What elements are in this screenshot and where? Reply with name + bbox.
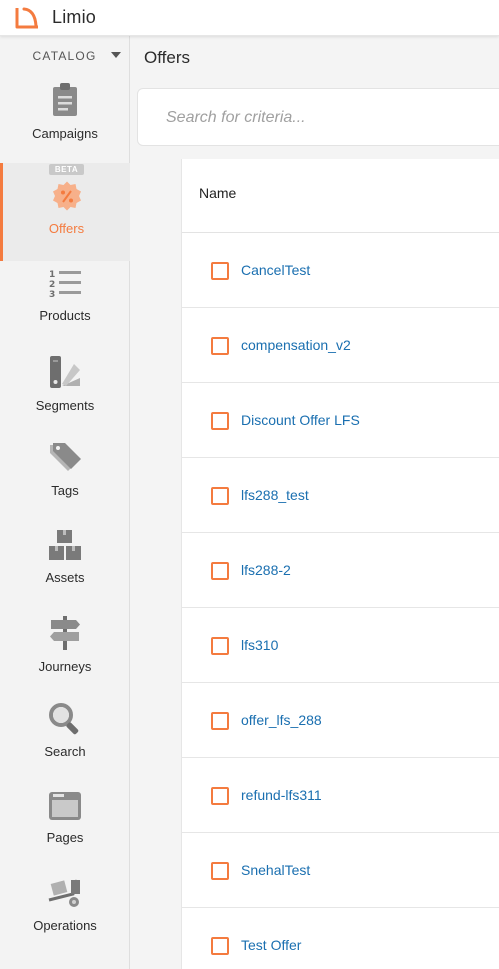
row-checkbox[interactable] (211, 262, 229, 280)
offer-name-link[interactable]: compensation_v2 (241, 337, 351, 353)
catalog-label: CATALOG (32, 49, 97, 63)
page-title: Offers (144, 48, 190, 67)
offer-name-link[interactable]: SnehalTest (241, 862, 310, 878)
sidebar-item-search[interactable]: Search (0, 702, 130, 782)
row-checkbox[interactable] (211, 637, 229, 655)
beta-badge: BETA (48, 164, 85, 175)
search-input[interactable] (166, 107, 486, 129)
row-checkbox[interactable] (211, 787, 229, 805)
row-checkbox[interactable] (211, 862, 229, 880)
table-row[interactable]: Test Offer (182, 908, 499, 969)
offer-name-link[interactable]: offer_lfs_288 (241, 712, 322, 728)
svg-text:3: 3 (49, 290, 55, 300)
row-checkbox[interactable] (211, 412, 229, 430)
sidebar-item-journeys[interactable]: Journeys (0, 615, 130, 695)
sidebar-item-label: Offers (48, 221, 85, 236)
sidebar-item-label: Journeys (38, 659, 92, 674)
caret-down-icon (111, 52, 121, 58)
svg-text:1: 1 (49, 270, 55, 280)
browser-window-icon (49, 792, 81, 820)
limio-logo-icon[interactable] (14, 6, 42, 30)
boxes-icon (49, 530, 81, 560)
table-row[interactable]: refund-lfs311 (182, 758, 499, 833)
signpost-icon (50, 616, 80, 650)
sidebar-item-products[interactable]: 1 2 3 Products (0, 268, 130, 348)
table-row[interactable]: Discount Offer LFS (182, 383, 499, 458)
offer-name-link[interactable]: lfs288_test (241, 487, 309, 503)
table-row[interactable]: lfs288-2 (182, 533, 499, 608)
table-row[interactable]: lfs288_test (182, 458, 499, 533)
table-row[interactable]: SnehalTest (182, 833, 499, 908)
sidebar-item-label: Pages (46, 830, 84, 845)
sidebar-item-segments[interactable]: Segments (0, 354, 130, 434)
table-row[interactable]: CancelTest (182, 233, 499, 308)
sidebar-item-label: Operations (33, 918, 97, 933)
sidebar-item-pages[interactable]: Pages (0, 790, 130, 870)
table-row[interactable]: compensation_v2 (182, 308, 499, 383)
hand-truck-icon (48, 879, 80, 907)
offer-name-link[interactable]: Discount Offer LFS (241, 412, 360, 428)
sidebar-item-offers[interactable]: BETA Offers (0, 163, 130, 261)
main-content: Offers Name CancelTest compensation_v2 D… (130, 36, 499, 969)
offer-name-link[interactable]: CancelTest (241, 262, 310, 278)
sidebar-item-assets[interactable]: Assets (0, 528, 130, 608)
sidebar-item-label: Segments (35, 398, 95, 413)
sidebar-item-campaigns[interactable]: Campaigns (0, 82, 130, 162)
offer-name-link[interactable]: Test Offer (241, 937, 301, 953)
row-checkbox[interactable] (211, 712, 229, 730)
numbered-list-icon: 1 2 3 (49, 270, 81, 300)
tags-icon (50, 443, 81, 471)
row-checkbox[interactable] (211, 337, 229, 355)
row-checkbox[interactable] (211, 562, 229, 580)
catalog-dropdown[interactable]: CATALOG (0, 36, 129, 76)
swatch-icon (50, 356, 80, 388)
clipboard-icon (53, 83, 77, 116)
sidebar-item-tags[interactable]: Tags (0, 441, 130, 521)
row-checkbox[interactable] (211, 487, 229, 505)
table-row[interactable]: lfs310 (182, 608, 499, 683)
sidebar-item-label: Campaigns (32, 126, 98, 141)
table-row[interactable]: offer_lfs_288 (182, 683, 499, 758)
offers-table: Name CancelTest compensation_v2 Discount… (181, 159, 499, 969)
column-header-name[interactable]: Name (199, 185, 236, 201)
offer-name-link[interactable]: refund-lfs311 (241, 787, 322, 803)
offer-name-link[interactable]: lfs310 (241, 637, 278, 653)
search-icon (49, 703, 79, 735)
svg-text:2: 2 (49, 280, 55, 290)
search-box[interactable] (137, 88, 499, 146)
offer-name-link[interactable]: lfs288-2 (241, 562, 291, 578)
table-header: Name (182, 159, 499, 233)
sidebar-item-label: Assets (45, 570, 85, 585)
sidebar-item-operations[interactable]: Operations (0, 878, 130, 958)
sidebar-item-label: Tags (51, 483, 79, 498)
top-bar: Limio (0, 0, 499, 36)
row-checkbox[interactable] (211, 937, 229, 955)
discount-badge-icon (52, 181, 81, 211)
sidebar: CATALOG Campaigns BETA Offers 1 2 3 Prod… (0, 36, 130, 969)
sidebar-item-label: Products (39, 308, 91, 323)
sidebar-item-label: Search (44, 744, 86, 759)
brand-name: Limio (52, 7, 97, 27)
